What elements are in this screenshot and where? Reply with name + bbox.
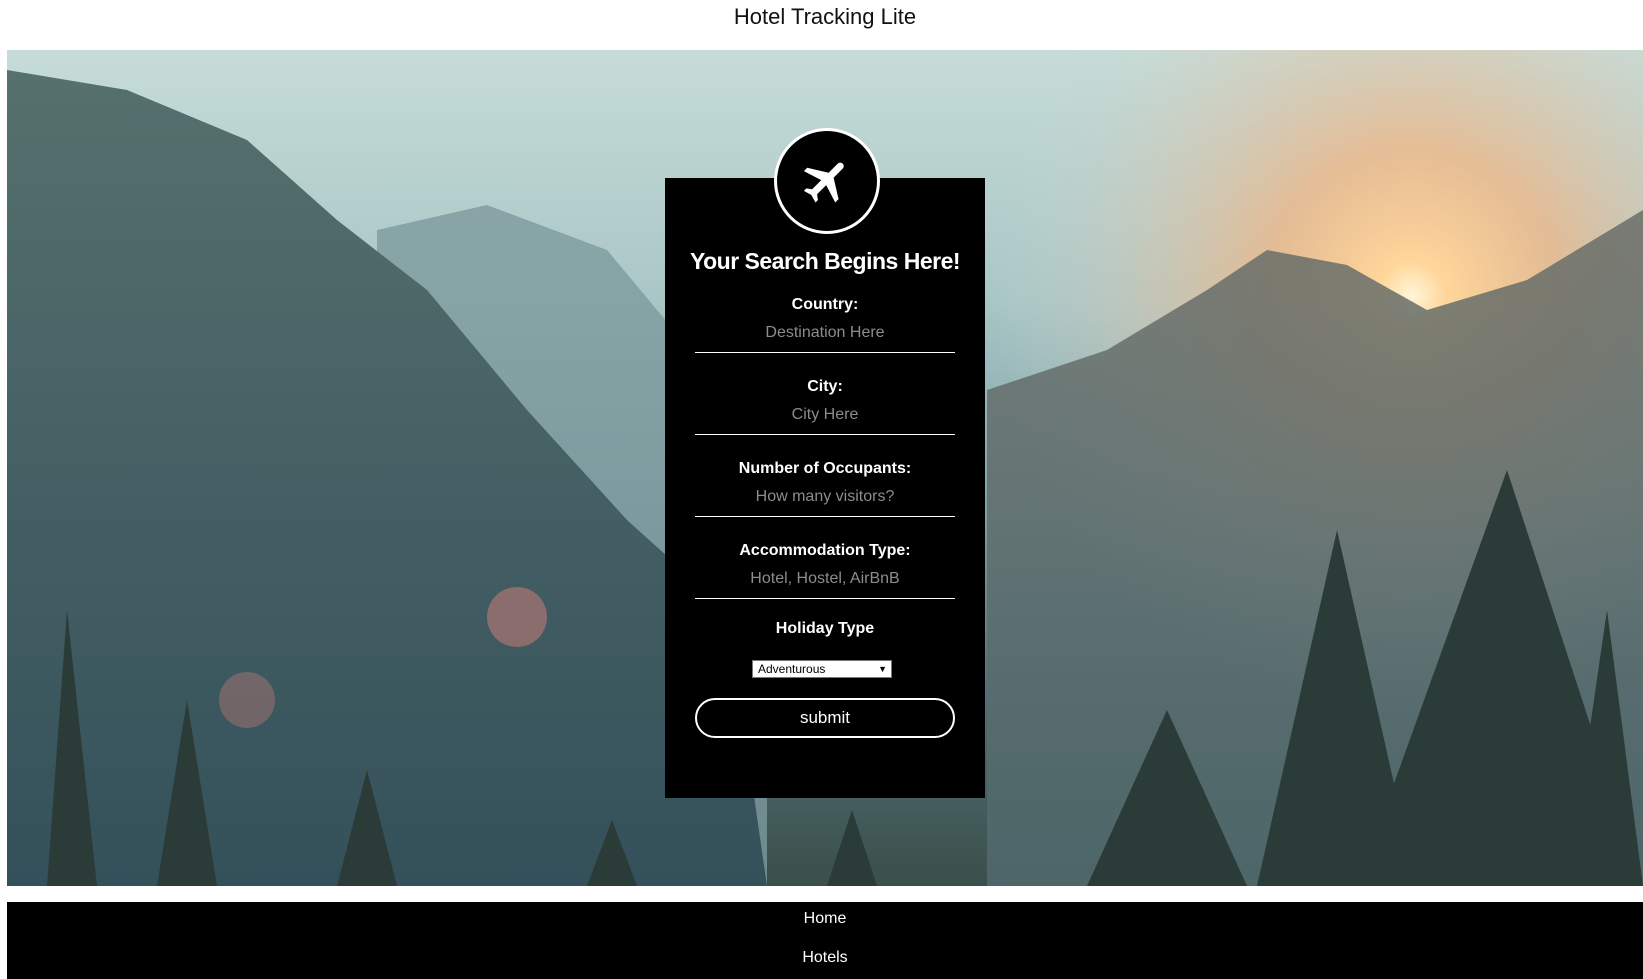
nav-link-home[interactable]: Home (7, 910, 1643, 928)
accommodation-label: Accommodation Type: (739, 542, 911, 559)
city-field-group: City: (695, 376, 955, 435)
footer-nav: Home Hotels (7, 902, 1643, 979)
city-input[interactable] (695, 404, 955, 435)
airplane-icon (774, 128, 880, 234)
search-heading: Your Search Begins Here! (689, 248, 961, 274)
nav-link-hotels[interactable]: Hotels (7, 949, 1643, 967)
dropdown-arrow-icon: ▼ (878, 664, 887, 674)
country-field-group: Country: (695, 294, 955, 353)
accommodation-field-group: Accommodation Type: (695, 540, 955, 599)
city-label: City: (807, 378, 843, 395)
holiday-type-select[interactable]: Adventurous ▼ (752, 660, 892, 678)
country-input[interactable] (695, 322, 955, 353)
search-form-card: Your Search Begins Here! Country: City: … (665, 128, 985, 798)
holiday-type-label: Holiday Type (775, 620, 875, 637)
occupants-input[interactable] (695, 486, 955, 517)
accommodation-input[interactable] (695, 568, 955, 599)
holiday-type-value: Adventurous (758, 662, 826, 676)
occupants-label: Number of Occupants: (738, 460, 912, 477)
country-label: Country: (791, 296, 859, 313)
occupants-field-group: Number of Occupants: (695, 458, 955, 517)
site-title: Hotel Tracking Lite (733, 4, 917, 29)
submit-button[interactable]: submit (695, 698, 955, 738)
